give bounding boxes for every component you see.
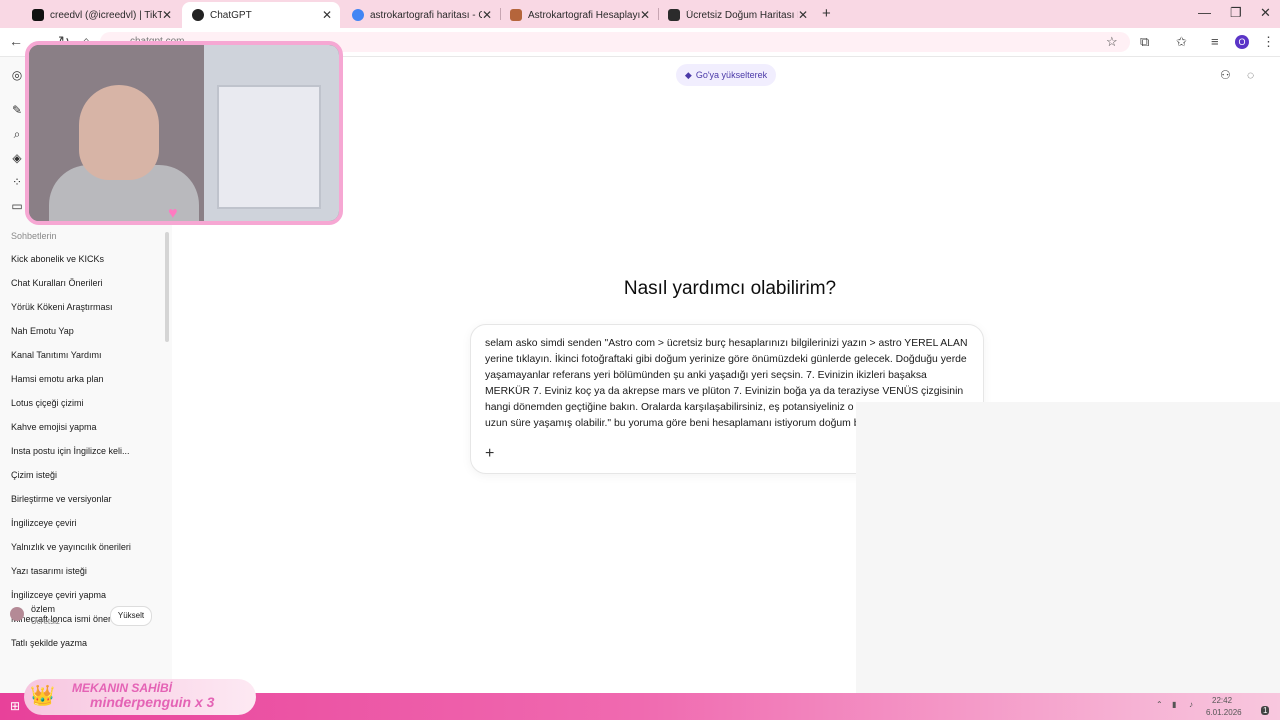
extensions-icon[interactable]: ⧉ — [1140, 34, 1149, 50]
close-window-icon[interactable]: ✕ — [1260, 5, 1271, 21]
sidebar-chat-item[interactable]: Kick abonelik ve KICKs — [11, 254, 104, 264]
sidebar-scrollbar[interactable] — [165, 232, 169, 342]
close-tab-icon[interactable]: ✕ — [798, 8, 808, 22]
temporary-chat-icon[interactable]: ◌ — [1247, 68, 1254, 82]
add-attachment-icon[interactable]: + — [485, 445, 494, 463]
upgrade-button[interactable]: Yükselt — [110, 606, 152, 626]
library-icon[interactable]: ◈ — [10, 151, 24, 165]
close-tab-icon[interactable]: ✕ — [322, 8, 332, 22]
favorites-icon[interactable]: ✩ — [1176, 34, 1187, 50]
tab-title: Ücretsiz Doğum Haritası Hesap — [686, 9, 798, 21]
close-tab-icon[interactable]: ✕ — [640, 8, 650, 22]
sidebar-chat-item[interactable]: Chat Kuralları Önerileri — [11, 278, 103, 288]
tab-dogum-haritasi[interactable]: Ücretsiz Doğum Haritası Hesap ✕ — [658, 4, 816, 26]
sidebar-chat-item[interactable]: Nah Emotu Yap — [11, 326, 74, 336]
taskbar-date[interactable]: 6.01.2026 — [1206, 708, 1242, 717]
new-chat-icon[interactable]: ✎ — [10, 103, 24, 117]
banner-title: MEKANIN SAHİBİ — [72, 681, 173, 695]
google-icon — [352, 9, 364, 21]
user-plan: Ücretsiz — [31, 617, 60, 626]
close-tab-icon[interactable]: ✕ — [162, 8, 172, 22]
tab-chatgpt[interactable]: ChatGPT ✕ — [182, 2, 340, 28]
windows-start-icon[interactable]: ⊞ — [10, 699, 20, 713]
sidebar-chat-item[interactable]: Minecraft lonca ismi öneri — [11, 614, 113, 624]
user-name[interactable]: özlem — [31, 604, 55, 614]
webcam-pc-case — [217, 85, 321, 209]
bookmark-star-icon[interactable]: ☆ — [1106, 34, 1118, 50]
sparkle-icon: ◆ — [684, 69, 692, 80]
volume-icon[interactable]: ♪ — [1189, 700, 1193, 709]
sidebar-chat-item[interactable]: Lotus çiçeği çizimi — [11, 398, 84, 408]
tab-title: Astrokartografi Hesaplayıcı | H — [528, 9, 640, 21]
sidebar-chat-item[interactable]: Yazı tasarımı isteği — [11, 566, 87, 576]
sidebar-chat-item[interactable]: Yalnızlık ve yayıncılık önerileri — [11, 542, 131, 552]
tab-tiktok[interactable]: creedvl (@icreedvl) | TikTok ✕ — [22, 4, 180, 26]
menu-dots-icon[interactable]: ⋮ — [1262, 34, 1275, 50]
webcam-overlay — [25, 41, 343, 225]
screen-overlay-region — [856, 402, 1280, 693]
share-person-icon[interactable]: ⚇ — [1220, 68, 1231, 82]
heart-icon: ♥ — [168, 205, 178, 222]
chatgpt-logo-icon[interactable]: ◎ — [10, 68, 24, 82]
user-avatar[interactable] — [10, 607, 24, 621]
tiktok-icon — [32, 9, 44, 21]
chats-heading: Sohbetlerin — [11, 231, 57, 241]
sidebar-chat-item[interactable]: Yörük Kökeni Araştırması — [11, 302, 113, 312]
projects-folder-icon[interactable]: ▭ — [10, 199, 24, 213]
tab-title: ChatGPT — [210, 9, 252, 21]
sidebar-chat-item[interactable]: Çizim isteği — [11, 470, 57, 480]
tab-title: creedvl (@icreedvl) | TikTok — [50, 9, 162, 21]
page-title: Nasıl yardımcı olabilirim? — [623, 278, 837, 299]
chatgpt-icon — [192, 9, 204, 21]
browser-tab-strip: creedvl (@icreedvl) | TikTok ✕ ChatGPT ✕… — [0, 0, 1280, 28]
close-tab-icon[interactable]: ✕ — [482, 8, 492, 22]
new-tab-plus-icon[interactable]: + — [822, 5, 831, 22]
banner-username: minderpenguin x 3 — [90, 694, 215, 710]
sidebar-chat-item[interactable]: Kanal Tanıtımı Yardımı — [11, 350, 102, 360]
minimize-icon[interactable]: — — [1198, 5, 1211, 20]
upgrade-pill-label: Go'ya yükselterek — [695, 70, 768, 80]
crown-penguin-icon: 👑 — [30, 685, 55, 707]
media-control-icon[interactable]: ≡ — [1211, 34, 1219, 49]
tray-arrow-icon[interactable]: ⌃ — [1156, 700, 1163, 709]
tab-astrokartografi[interactable]: Astrokartografi Hesaplayıcı | H ✕ — [500, 4, 658, 26]
tab-title: astrokartografi haritası - Goog — [370, 9, 482, 21]
upgrade-go-pill[interactable]: ◆ Go'ya yükselterek — [676, 64, 776, 86]
tab-google-search[interactable]: astrokartografi haritası - Goog ✕ — [342, 4, 500, 26]
gpts-icon[interactable]: ⁘ — [10, 175, 24, 189]
sidebar-chat-item[interactable]: İngilizceye çeviri — [11, 518, 77, 528]
profile-avatar[interactable]: O — [1235, 35, 1249, 49]
back-arrow-icon[interactable]: ← — [9, 33, 23, 49]
search-icon[interactable]: ⌕ — [10, 127, 24, 141]
sidebar-chat-item[interactable]: Hamsi emotu arka plan — [11, 374, 104, 384]
sidebar-chat-item[interactable]: İngilizceye çeviri yapma — [11, 590, 106, 600]
sidebar-chat-item[interactable]: Insta postu için İngilizce keli... — [11, 446, 130, 456]
taskbar-time[interactable]: 22:42 — [1212, 696, 1232, 705]
sidebar-chat-item[interactable]: Birleştirme ve versiyonlar — [11, 494, 112, 504]
sidebar-chat-item[interactable]: Kahve emojisi yapma — [11, 422, 97, 432]
site-icon — [668, 9, 680, 21]
restore-icon[interactable]: ❐ — [1230, 5, 1242, 21]
notification-badge[interactable]: 1 — [1261, 706, 1270, 715]
site-icon — [510, 9, 522, 21]
webcam-person-face — [79, 85, 159, 180]
sidebar-chat-item[interactable]: Tatlı şekilde yazma — [11, 638, 87, 648]
network-icon[interactable]: ▮ — [1172, 700, 1176, 709]
